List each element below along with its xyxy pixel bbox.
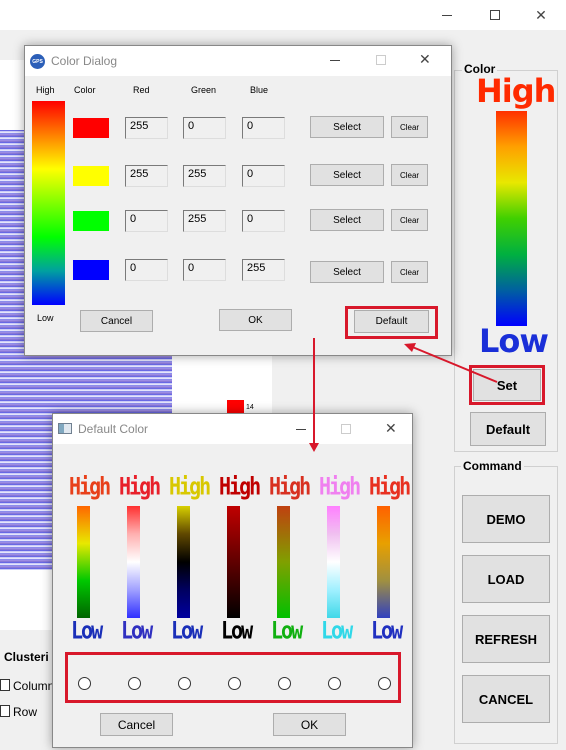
arrow-set-to-default [409,345,498,383]
annotation-arrows [309,338,498,452]
arrow-default-down-head [309,443,319,452]
